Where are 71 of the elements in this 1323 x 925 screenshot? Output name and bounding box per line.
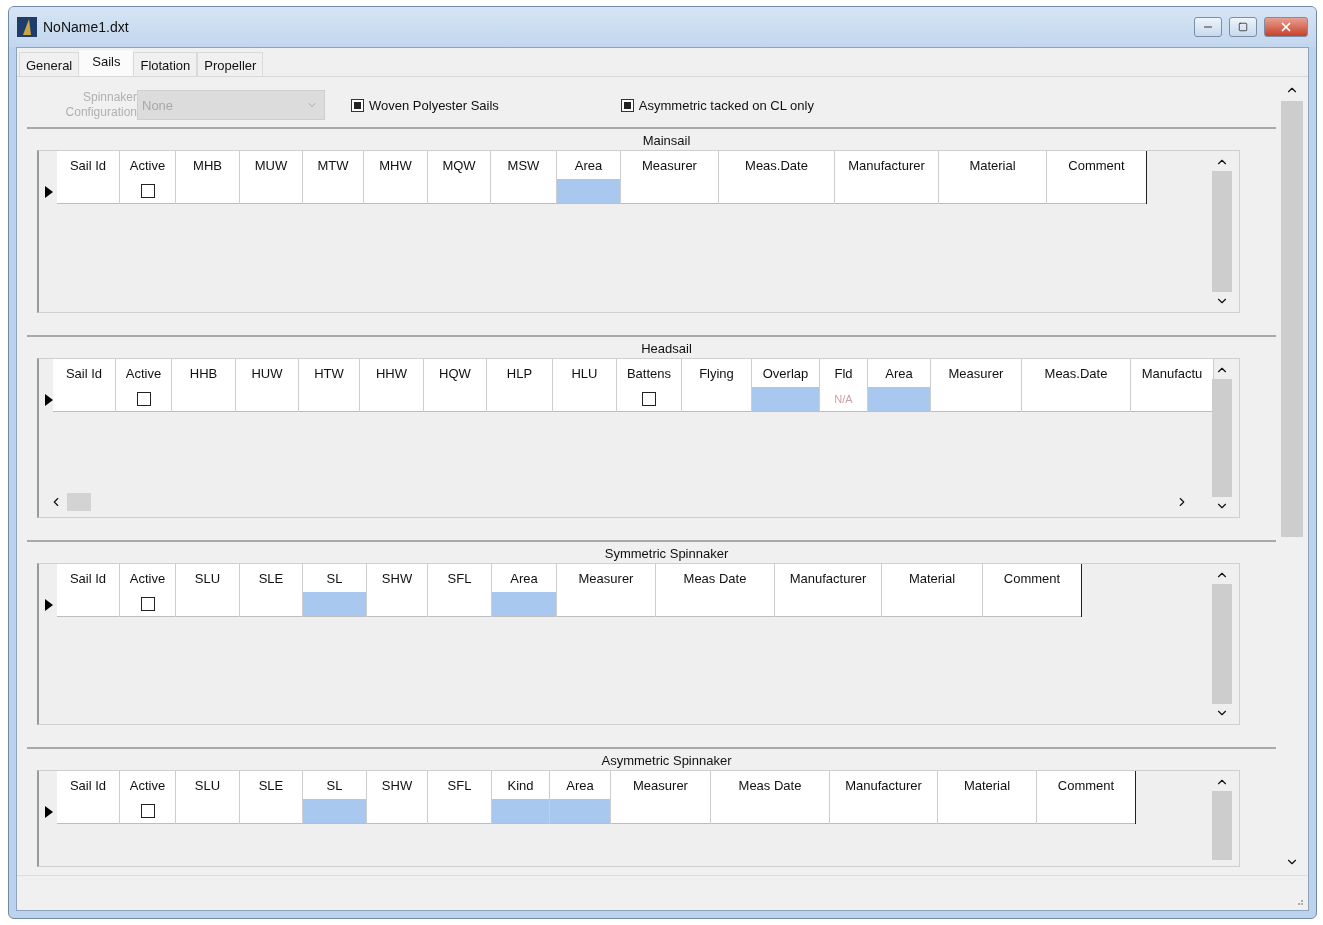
column-header[interactable]: Measurer bbox=[931, 359, 1021, 387]
section-title: Asymmetric Spinnaker bbox=[601, 752, 732, 770]
column-header[interactable]: SL bbox=[303, 564, 366, 592]
column-header[interactable]: Comment bbox=[1037, 771, 1135, 799]
checkbox[interactable]: Woven Polyester Sails bbox=[351, 97, 499, 113]
column-header[interactable]: Comment bbox=[1047, 151, 1146, 179]
column-header[interactable]: Material bbox=[939, 151, 1046, 179]
column-header[interactable]: SLU bbox=[176, 564, 239, 592]
column-header[interactable]: HHB bbox=[172, 359, 235, 387]
column-header[interactable]: Meas.Date bbox=[719, 151, 834, 179]
column-header[interactable]: SFL bbox=[428, 771, 491, 799]
column-header[interactable]: SLE bbox=[240, 771, 302, 799]
column-header[interactable]: Sail Id bbox=[57, 564, 119, 592]
tab[interactable]: Flotation bbox=[133, 52, 198, 76]
column-header[interactable]: HLU bbox=[553, 359, 616, 387]
column-header[interactable]: SHW bbox=[367, 771, 427, 799]
column-header[interactable]: Sail Id bbox=[57, 771, 119, 799]
column-header[interactable]: SHW bbox=[367, 564, 427, 592]
column-header[interactable]: Area bbox=[492, 564, 556, 592]
column-header[interactable]: Fld bbox=[820, 359, 867, 387]
column-header[interactable]: HLP bbox=[487, 359, 552, 387]
section-title: Symmetric Spinnaker bbox=[604, 545, 729, 563]
tab[interactable]: Propeller bbox=[197, 52, 264, 76]
column-header[interactable]: Area bbox=[550, 771, 610, 799]
column-header[interactable]: Active bbox=[116, 359, 171, 387]
column-header[interactable]: MHB bbox=[176, 151, 239, 179]
column-header[interactable]: MHW bbox=[364, 151, 427, 179]
tab[interactable]: General bbox=[19, 52, 80, 76]
column-header[interactable]: Manufactu bbox=[1131, 359, 1213, 387]
column-header[interactable]: HQW bbox=[424, 359, 486, 387]
column-header[interactable]: Material bbox=[882, 564, 982, 592]
column-header[interactable]: Measurer bbox=[621, 151, 718, 179]
column-header[interactable]: Area bbox=[557, 151, 620, 179]
window-title: NoName1.dxt bbox=[43, 19, 130, 35]
column-header[interactable]: Measurer bbox=[557, 564, 655, 592]
column-header[interactable]: MSW bbox=[491, 151, 556, 179]
column-header[interactable]: Overlap bbox=[752, 359, 819, 387]
column-header[interactable]: Active bbox=[120, 771, 175, 799]
column-header[interactable]: Sail Id bbox=[57, 151, 119, 179]
column-header[interactable]: HTW bbox=[299, 359, 359, 387]
tab[interactable]: Sails bbox=[79, 50, 134, 76]
column-header[interactable]: Active bbox=[120, 564, 175, 592]
column-header[interactable]: Manufacturer bbox=[835, 151, 938, 179]
column-header[interactable]: SLU bbox=[176, 771, 239, 799]
column-header[interactable]: Meas Date bbox=[711, 771, 829, 799]
column-header[interactable]: Kind bbox=[492, 771, 549, 799]
column-header[interactable]: Meas Date bbox=[656, 564, 774, 592]
column-header[interactable]: Manufacturer bbox=[775, 564, 881, 592]
column-header[interactable]: HUW bbox=[236, 359, 298, 387]
column-header[interactable]: Active bbox=[120, 151, 175, 179]
column-header[interactable]: MUW bbox=[240, 151, 302, 179]
column-header[interactable]: Flying bbox=[682, 359, 751, 387]
column-header[interactable]: Measurer bbox=[611, 771, 710, 799]
column-header[interactable]: Material bbox=[938, 771, 1036, 799]
section-title: Mainsail bbox=[642, 132, 691, 150]
column-header[interactable]: Sail Id bbox=[53, 359, 115, 387]
field-label: Spinnaker Configuration bbox=[64, 90, 137, 120]
column-header[interactable]: SL bbox=[303, 771, 366, 799]
column-header[interactable]: MTW bbox=[303, 151, 363, 179]
column-header[interactable]: Meas.Date bbox=[1022, 359, 1130, 387]
column-header[interactable]: SLE bbox=[240, 564, 302, 592]
column-header[interactable]: Comment bbox=[983, 564, 1081, 592]
column-header[interactable]: Manufacturer bbox=[830, 771, 937, 799]
column-header[interactable]: Area bbox=[868, 359, 930, 387]
section-title: Headsail bbox=[641, 340, 692, 358]
checkbox[interactable]: Asymmetric tacked on CL only bbox=[620, 97, 814, 113]
column-header[interactable]: MQW bbox=[428, 151, 490, 179]
column-header[interactable]: SFL bbox=[428, 564, 491, 592]
column-header[interactable]: Battens bbox=[617, 359, 681, 387]
column-header[interactable]: HHW bbox=[360, 359, 423, 387]
table-cell: N/A bbox=[820, 387, 867, 412]
